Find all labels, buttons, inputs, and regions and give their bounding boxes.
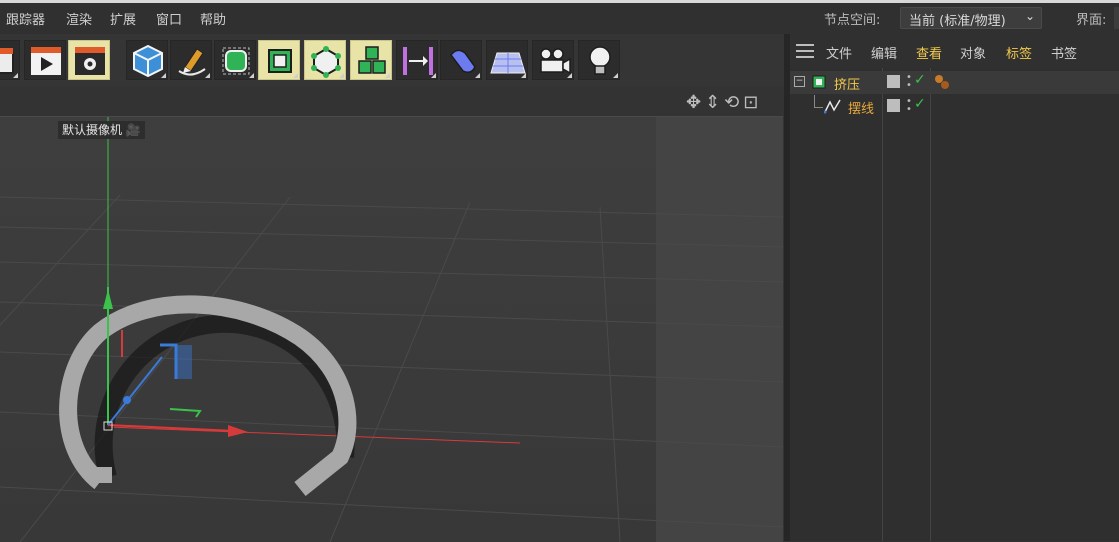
toolbar	[0, 34, 786, 86]
menu-window[interactable]: 窗口	[156, 9, 182, 28]
hamburger-menu-icon[interactable]	[796, 44, 814, 58]
node-space-value: 当前 (标准/物理)	[909, 14, 1006, 29]
tool-pen[interactable]	[170, 40, 212, 80]
viewport-3d[interactable]	[0, 116, 783, 542]
maximize-view-icon[interactable]: ⊡	[743, 92, 762, 113]
tool-extrude[interactable]	[258, 40, 300, 80]
menu-help[interactable]: 帮助	[200, 9, 226, 28]
edit-visibility-icon[interactable]	[887, 75, 900, 88]
menu-tracker[interactable]: 跟踪器	[6, 9, 45, 28]
layout-select[interactable]	[1114, 7, 1119, 29]
viewport-header	[0, 86, 786, 116]
object-manager: 文件 编辑 查看 对象 标签 书签 − 挤压 • • ✓ 摆线 • • ✓	[790, 34, 1119, 541]
render-dots-icon[interactable]: • •	[906, 97, 912, 115]
tool-light[interactable]	[578, 40, 620, 80]
tool-render-settings[interactable]	[68, 40, 110, 80]
om-menu-edit[interactable]: 编辑	[871, 43, 897, 62]
tool-floor[interactable]	[486, 40, 528, 80]
object-name[interactable]: 挤压	[834, 74, 860, 93]
om-menu-view[interactable]: 查看	[916, 43, 942, 62]
node-space-label: 节点空间:	[824, 13, 881, 28]
tool-render-view[interactable]	[24, 40, 66, 80]
collapse-toggle-icon[interactable]: −	[794, 76, 805, 87]
render-settings-icon	[75, 47, 105, 75]
object-name[interactable]: 摆线	[848, 98, 874, 117]
viewport-nav: ✥⇕⟲⊡	[686, 92, 762, 113]
enabled-check-icon[interactable]: ✓	[914, 96, 926, 112]
tool-clapper[interactable]	[0, 40, 20, 80]
tool-array[interactable]	[350, 40, 392, 80]
edit-visibility-icon[interactable]	[887, 99, 900, 112]
object-row[interactable]: − 挤压 • • ✓	[790, 71, 1119, 94]
om-menu-file[interactable]: 文件	[826, 43, 852, 62]
layout-label: 界面:	[1076, 13, 1107, 28]
tool-deformer[interactable]	[440, 40, 482, 80]
object-manager-menu: 文件 编辑 查看 对象 标签 书签	[790, 34, 1119, 68]
spline-object-icon	[824, 99, 841, 114]
om-menu-bookmarks[interactable]: 书签	[1051, 43, 1077, 62]
safe-frame-overlay	[656, 117, 783, 542]
object-row[interactable]: 摆线 • • ✓	[790, 95, 1119, 118]
om-menu-tags[interactable]: 标签	[1006, 43, 1032, 62]
viewport-canvas	[0, 117, 783, 542]
rotate-view-icon[interactable]: ⟲	[724, 92, 743, 113]
tool-cube[interactable]	[126, 40, 168, 80]
camera-label[interactable]: 默认摄像机 🎥	[58, 121, 145, 139]
extrude-object-icon	[812, 75, 826, 89]
node-space-select[interactable]: 当前 (标准/物理) ⌄	[900, 7, 1042, 29]
camera-label-text: 默认摄像机	[62, 123, 123, 137]
material-tag-icon[interactable]	[934, 73, 950, 91]
render-view-icon	[31, 47, 61, 75]
chevron-down-icon: ⌄	[1024, 9, 1035, 23]
tree-line	[814, 95, 823, 108]
menu-render[interactable]: 渲染	[66, 9, 92, 28]
zoom-view-icon[interactable]: ⇕	[705, 92, 724, 113]
render-dots-icon[interactable]: • •	[906, 73, 912, 91]
camera-icon: 🎥	[125, 123, 141, 137]
menu-extensions[interactable]: 扩展	[110, 9, 136, 28]
tool-cloner[interactable]	[304, 40, 346, 80]
move-view-icon[interactable]: ✥	[686, 92, 705, 113]
tool-subdivision[interactable]	[214, 40, 256, 80]
tool-symmetry[interactable]	[396, 40, 438, 80]
menubar: 跟踪器 渲染 扩展 窗口 帮助 节点空间: 当前 (标准/物理) ⌄ 界面:	[0, 0, 1119, 34]
tool-camera[interactable]	[532, 40, 574, 80]
om-menu-object[interactable]: 对象	[960, 43, 986, 62]
enabled-check-icon[interactable]: ✓	[914, 72, 926, 88]
